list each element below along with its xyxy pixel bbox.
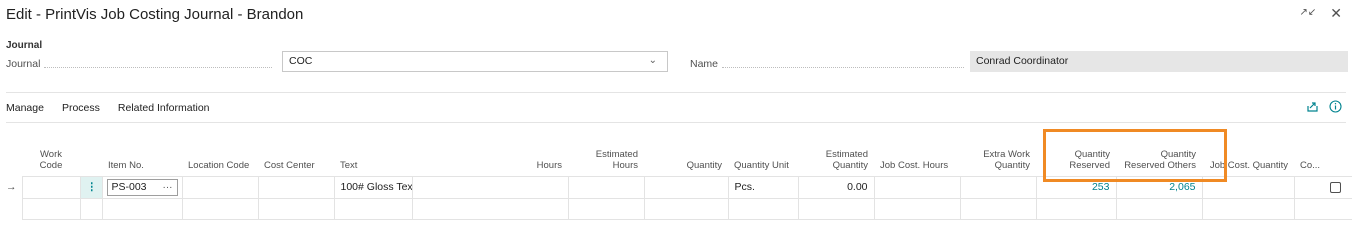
- name-field-label-row: Name: [690, 56, 968, 72]
- close-icon[interactable]: ✕: [1330, 6, 1342, 20]
- cell-location-code[interactable]: [181, 175, 259, 199]
- cell-estimated-quantity[interactable]: [797, 197, 875, 220]
- journal-field-leader: [44, 61, 272, 68]
- cell-cost-center[interactable]: [257, 175, 335, 199]
- cell-quantity-reserved[interactable]: [1035, 197, 1117, 220]
- col-select: [0, 140, 22, 176]
- action-bar-icons: [1306, 100, 1342, 116]
- item-no-input[interactable]: PS-003 ···: [106, 178, 178, 196]
- cell-location-code[interactable]: [181, 197, 259, 220]
- cell-handle[interactable]: [79, 197, 103, 220]
- page-title: Edit - PrintVis Job Costing Journal - Br…: [6, 6, 304, 23]
- col-estimated-quantity[interactable]: Estimated Quantity: [798, 140, 874, 176]
- cell-quantity[interactable]: [643, 175, 729, 199]
- cell-work-code[interactable]: [21, 197, 81, 220]
- action-bar: Manage Process Related Information: [6, 102, 210, 114]
- col-quantity[interactable]: Quantity: [644, 140, 728, 176]
- co-checkbox[interactable]: [1329, 181, 1341, 193]
- col-hours[interactable]: Hours: [412, 140, 568, 176]
- col-quantity-unit[interactable]: Quantity Unit: [728, 140, 798, 176]
- journal-select-value: COC: [289, 55, 313, 67]
- process-menu[interactable]: Process: [62, 102, 100, 114]
- collapse-icon[interactable]: ↗↙: [1300, 6, 1317, 20]
- cell-job-cost-hours[interactable]: [873, 197, 961, 220]
- current-row-arrow-icon: →: [6, 181, 17, 193]
- journal-field-label-row: Journal: [6, 56, 276, 72]
- cell-estimated-quantity[interactable]: 0.00: [797, 175, 875, 199]
- cell-quantity[interactable]: [643, 197, 729, 220]
- table-row[interactable]: [0, 197, 1352, 220]
- col-extra-work-quantity[interactable]: Extra Work Quantity: [960, 140, 1036, 176]
- journal-section-label: Journal: [6, 40, 43, 51]
- cell-job-cost-quantity[interactable]: [1201, 197, 1295, 220]
- item-no-value: PS-003: [111, 181, 147, 193]
- cell-quantity-reserved-others[interactable]: [1115, 197, 1203, 220]
- row-marker: [0, 198, 22, 219]
- cell-cost-center[interactable]: [257, 197, 335, 220]
- name-field-label: Name: [690, 58, 719, 70]
- col-work-code[interactable]: Work Code: [22, 140, 80, 176]
- cell-extra-work-quantity[interactable]: [959, 197, 1037, 220]
- cell-co[interactable]: [1293, 175, 1352, 199]
- journal-field-label: Journal: [6, 58, 41, 70]
- cell-extra-work-quantity[interactable]: [959, 175, 1037, 199]
- info-icon[interactable]: [1329, 100, 1342, 116]
- journal-select[interactable]: COC ⌄: [282, 51, 668, 72]
- actionbar-divider: [6, 122, 1346, 123]
- cell-estimated-hours[interactable]: [567, 175, 645, 199]
- related-information-menu[interactable]: Related Information: [118, 102, 210, 114]
- cell-work-code[interactable]: [21, 175, 81, 199]
- cell-quantity-unit[interactable]: Pcs.: [727, 175, 799, 199]
- cell-item-no[interactable]: [101, 197, 183, 220]
- cell-quantity-unit[interactable]: [727, 197, 799, 220]
- cell-text[interactable]: 100# Gloss Text Future Vantag...: [333, 175, 413, 199]
- cell-item-no[interactable]: PS-003 ···: [101, 175, 183, 199]
- highlight-box: [1043, 129, 1227, 182]
- window-controls: ↗↙ ✕: [1300, 6, 1343, 20]
- share-icon[interactable]: [1306, 100, 1319, 116]
- cell-job-cost-hours[interactable]: [873, 175, 961, 199]
- cell-co[interactable]: [1293, 197, 1352, 220]
- col-item-no[interactable]: Item No.: [102, 140, 182, 176]
- name-field: Conrad Coordinator: [970, 51, 1348, 72]
- cell-hours[interactable]: [411, 197, 569, 220]
- cell-hours[interactable]: [411, 175, 569, 199]
- lookup-ellipsis-icon[interactable]: ···: [163, 182, 173, 193]
- chevron-down-icon[interactable]: ⌄: [649, 55, 657, 66]
- manage-menu[interactable]: Manage: [6, 102, 44, 114]
- name-field-leader: [722, 61, 964, 68]
- col-job-cost-hours[interactable]: Job Cost. Hours: [874, 140, 960, 176]
- col-cost-center[interactable]: Cost Center: [258, 140, 334, 176]
- row-actions-icon[interactable]: ⋮: [79, 175, 103, 199]
- col-text[interactable]: Text: [334, 140, 412, 176]
- col-handle: [80, 140, 102, 176]
- header-divider: [6, 92, 1346, 93]
- col-estimated-hours[interactable]: Estimated Hours: [568, 140, 644, 176]
- cell-estimated-hours[interactable]: [567, 197, 645, 220]
- cell-text[interactable]: [333, 197, 413, 220]
- col-co[interactable]: Co...: [1294, 140, 1352, 176]
- col-location-code[interactable]: Location Code: [182, 140, 258, 176]
